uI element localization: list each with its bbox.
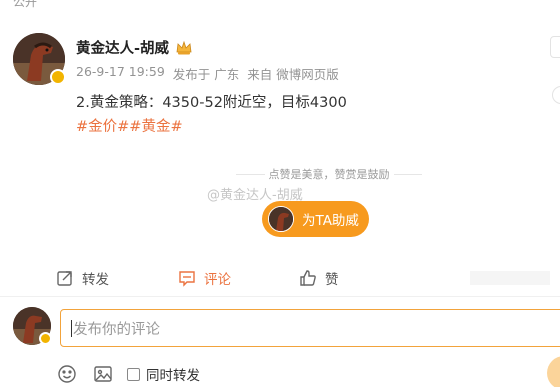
post-meta: 26-9-17 19:59 发布于 广东 来自 微博网页版 [76, 64, 339, 83]
like-button[interactable]: 赞 [299, 262, 339, 294]
author-name-row: 黄金达人-胡威 [76, 37, 193, 58]
comment-placeholder: 发布你的评论 [73, 321, 160, 338]
visibility-label: 公开 [13, 0, 38, 9]
image-icon[interactable] [93, 364, 113, 384]
verified-badge-icon [50, 69, 66, 85]
verified-badge-icon [39, 332, 52, 345]
comment-input[interactable]: 发布你的评论 [60, 309, 560, 347]
repost-button[interactable]: 转发 [56, 262, 109, 294]
comment-label: 评论 [204, 272, 231, 288]
support-button[interactable]: 为TA助威 [262, 201, 369, 237]
author-name[interactable]: 黄金达人-胡威 [76, 37, 169, 58]
faded-element [470, 271, 550, 285]
repost-label: 转发 [82, 272, 109, 288]
repost-checkbox[interactable] [127, 367, 140, 381]
repost-checkbox-label[interactable]: 同时转发 [127, 364, 200, 384]
text-caret [71, 319, 72, 337]
support-avatar [268, 206, 294, 232]
crown-icon [175, 40, 193, 56]
comment-icon [178, 269, 196, 287]
post-time[interactable]: 26-9-17 19:59 [76, 64, 165, 83]
post-source: 来自 微博网页版 [247, 67, 339, 82]
post-location: 发布于 广东 [172, 67, 240, 82]
like-label: 赞 [325, 272, 339, 288]
send-comment-button[interactable] [547, 356, 560, 387]
post-topics[interactable]: #金价##黄金# [76, 115, 183, 136]
divider-right [393, 173, 422, 175]
like-icon [299, 269, 317, 287]
repost-checkbox-text: 同时转发 [146, 368, 200, 384]
repost-icon [56, 269, 74, 287]
side-action-button[interactable] [552, 86, 560, 104]
like-encouragement-text: 点赞是美意，赞赏是鼓励 [268, 168, 390, 181]
post-content: 2.黄金策略：4350-52附近空，目标4300 [76, 95, 347, 111]
comment-toolbar: 同时转发 [57, 363, 200, 385]
more-menu-button[interactable] [550, 36, 560, 58]
like-encouragement: 点赞是美意，赞赏是鼓励 [236, 166, 422, 182]
divider-left [236, 173, 265, 175]
emoji-icon[interactable] [57, 364, 77, 384]
section-divider [0, 296, 560, 297]
support-button-label: 为TA助威 [302, 213, 359, 229]
comment-button[interactable]: 评论 [178, 262, 231, 294]
